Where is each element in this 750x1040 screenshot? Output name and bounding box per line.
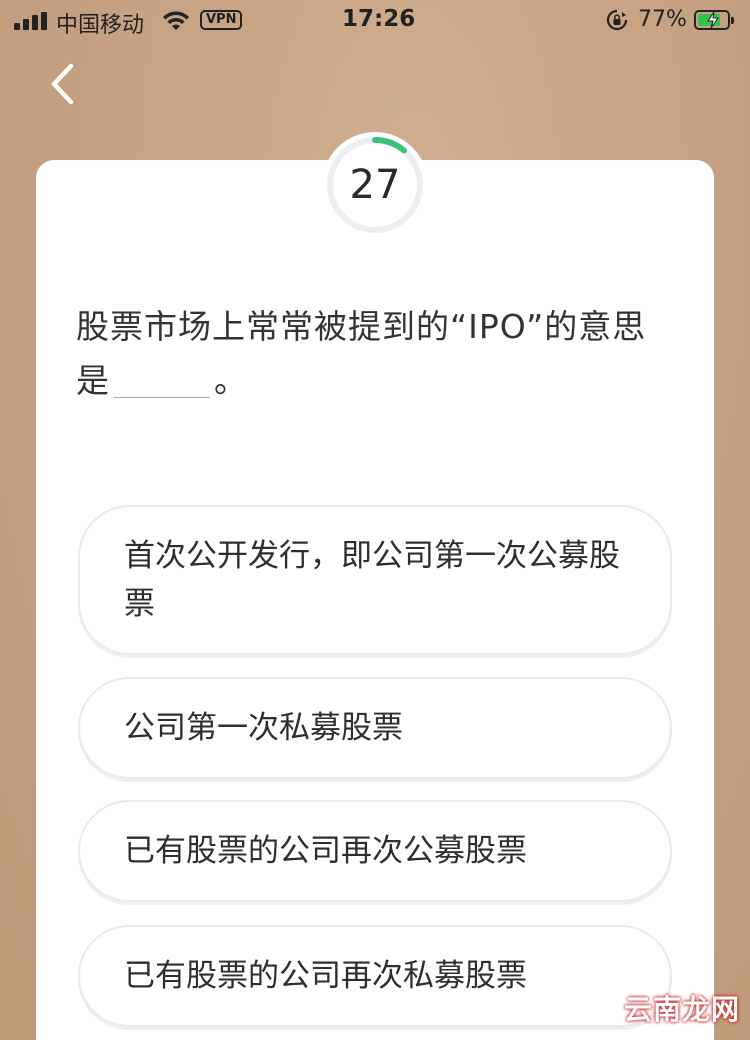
signal-icon <box>14 12 48 30</box>
question-end: 。 <box>214 361 248 400</box>
watermark-logo: 云南龙网 <box>623 993 740 1026</box>
rotation-lock-icon <box>606 9 628 31</box>
wifi-icon <box>163 11 189 30</box>
carrier-name: 中国移动 <box>56 13 145 38</box>
chevron-left-icon <box>51 63 74 105</box>
answer-blank <box>114 363 210 398</box>
charging-bolt-icon <box>707 11 719 29</box>
answer-option-4[interactable]: 已有股票的公司再次私募股票 <box>78 925 672 1027</box>
answer-option-1[interactable]: 首次公开发行，即公司第一次公募股票 <box>78 505 672 655</box>
answer-option-label: 公司第一次私募股票 <box>124 710 403 746</box>
question-text: 股票市场上常常被提到的“IPO”的意思是。 <box>76 300 676 408</box>
answer-option-label: 已有股票的公司再次公募股票 <box>124 833 527 869</box>
answer-option-3[interactable]: 已有股票的公司再次公募股票 <box>78 800 672 902</box>
question-number: 27 <box>349 162 401 208</box>
battery-percent: 77% <box>638 7 687 32</box>
status-bar: 中国移动 VPN 17:26 77% <box>0 0 750 42</box>
back-button[interactable] <box>36 58 88 110</box>
answer-option-2[interactable]: 公司第一次私募股票 <box>78 677 672 779</box>
battery-icon <box>694 10 734 30</box>
question-counter: 27 <box>322 132 428 238</box>
answer-option-label: 首次公开发行，即公司第一次公募股票 <box>124 538 620 622</box>
vpn-badge: VPN <box>200 10 243 30</box>
status-time: 17:26 <box>342 6 416 32</box>
answer-option-label: 已有股票的公司再次私募股票 <box>124 958 527 994</box>
